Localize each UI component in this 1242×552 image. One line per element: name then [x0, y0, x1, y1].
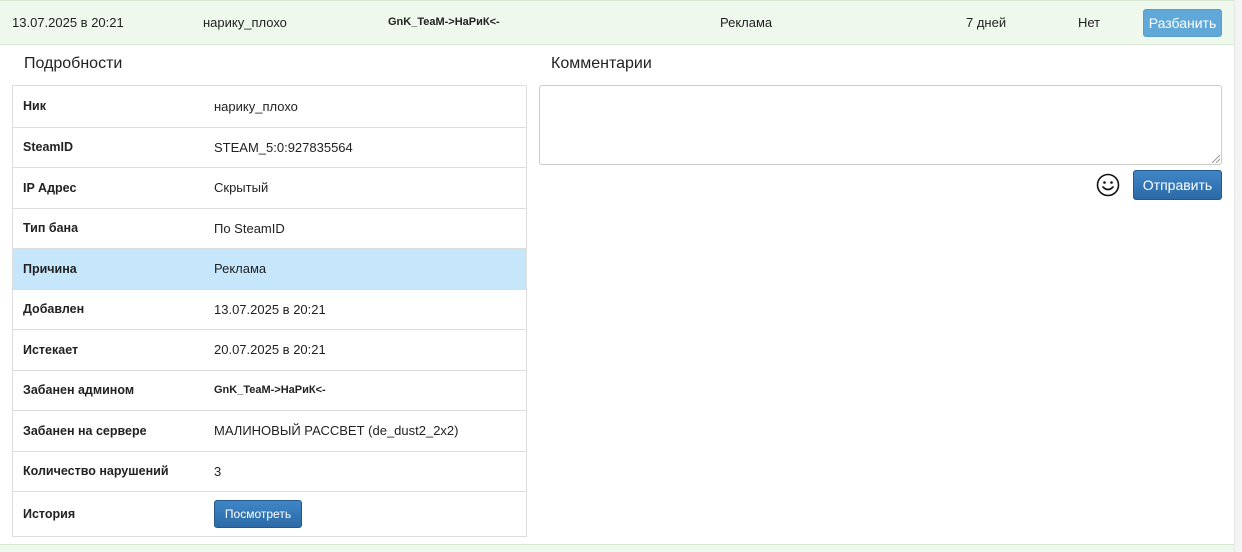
details-label: Истекает	[23, 342, 79, 357]
details-label: Забанен админом	[23, 383, 135, 398]
details-value: По SteamID	[214, 220, 285, 236]
ban-nick: нарику_плохо	[203, 15, 287, 30]
unban-button[interactable]: Разбанить	[1143, 9, 1222, 37]
smiley-icon[interactable]	[1096, 173, 1120, 197]
view-history-button[interactable]: Посмотреть	[214, 500, 302, 528]
details-label: Тип бана	[23, 221, 79, 236]
next-ban-row[interactable]	[0, 544, 1234, 552]
details-value: Посмотреть	[213, 500, 526, 528]
details-row-history: История Посмотреть	[13, 491, 526, 536]
details-row-reason: Причина Реклама	[13, 248, 526, 289]
scrollbar-gutter[interactable]	[1234, 0, 1242, 552]
comment-input[interactable]	[539, 85, 1222, 165]
details-value: STEAM_5:0:927835564	[214, 139, 353, 155]
comments-title: Комментарии	[551, 55, 652, 72]
details-value: Скрытый	[214, 180, 269, 196]
ban-list-row[interactable]: 13.07.2025 в 20:21 нарику_плохо GnK_TeaM…	[0, 0, 1234, 45]
details-title: Подробности	[24, 55, 123, 72]
details-label: Причина	[23, 261, 77, 276]
resize-grip-icon[interactable]	[1210, 153, 1220, 163]
details-value: 20.07.2025 в 20:21	[214, 342, 326, 358]
details-value: 13.07.2025 в 20:21	[214, 301, 326, 317]
details-row-ip: IP Адрес Скрытый	[13, 167, 526, 208]
details-label: Ник	[23, 99, 46, 114]
details-label: Количество нарушений	[23, 464, 169, 479]
details-label: IP Адрес	[23, 180, 77, 195]
details-row-nick: Ник нарику_плохо	[13, 86, 526, 127]
details-row-expires: Истекает 20.07.2025 в 20:21	[13, 329, 526, 370]
details-row-steamid: SteamID STEAM_5:0:927835564	[13, 126, 526, 168]
details-row-ban-type: Тип бана По SteamID	[13, 207, 526, 249]
details-row-banned-by: Забанен админом GnK_TeaM->НаРиК<-	[13, 369, 526, 411]
details-row-added: Добавлен 13.07.2025 в 20:21	[13, 288, 526, 330]
details-label: SteamID	[23, 140, 74, 155]
details-value: Реклама	[214, 261, 267, 277]
send-comment-button[interactable]: Отправить	[1133, 170, 1222, 200]
ban-length: 7 дней	[966, 15, 1007, 30]
ban-date: 13.07.2025 в 20:21	[12, 15, 124, 30]
details-value: нарику_плохо	[214, 98, 298, 114]
details-table: Ник нарику_плохо SteamID STEAM_5:0:92783…	[12, 85, 527, 537]
ban-admin: GnK_TeaM->НаРиК<-	[388, 16, 500, 28]
details-value: МАЛИНОВЫЙ РАССВЕТ (de_dust2_2x2)	[214, 423, 459, 439]
details-label: История	[23, 507, 76, 521]
ban-details-page: 13.07.2025 в 20:21 нарику_плохо GnK_TeaM…	[0, 0, 1242, 552]
details-label: Забанен на сервере	[23, 423, 147, 438]
details-row-server: Забанен на сервере МАЛИНОВЫЙ РАССВЕТ (de…	[13, 410, 526, 451]
ban-reason: Реклама	[720, 15, 773, 30]
details-value: GnK_TeaM->НаРиК<-	[214, 384, 326, 397]
details-label: Добавлен	[23, 302, 85, 317]
details-value: 3	[214, 463, 222, 479]
ban-expired-status: Нет	[1078, 15, 1101, 30]
details-row-violations: Количество нарушений 3	[13, 450, 526, 492]
